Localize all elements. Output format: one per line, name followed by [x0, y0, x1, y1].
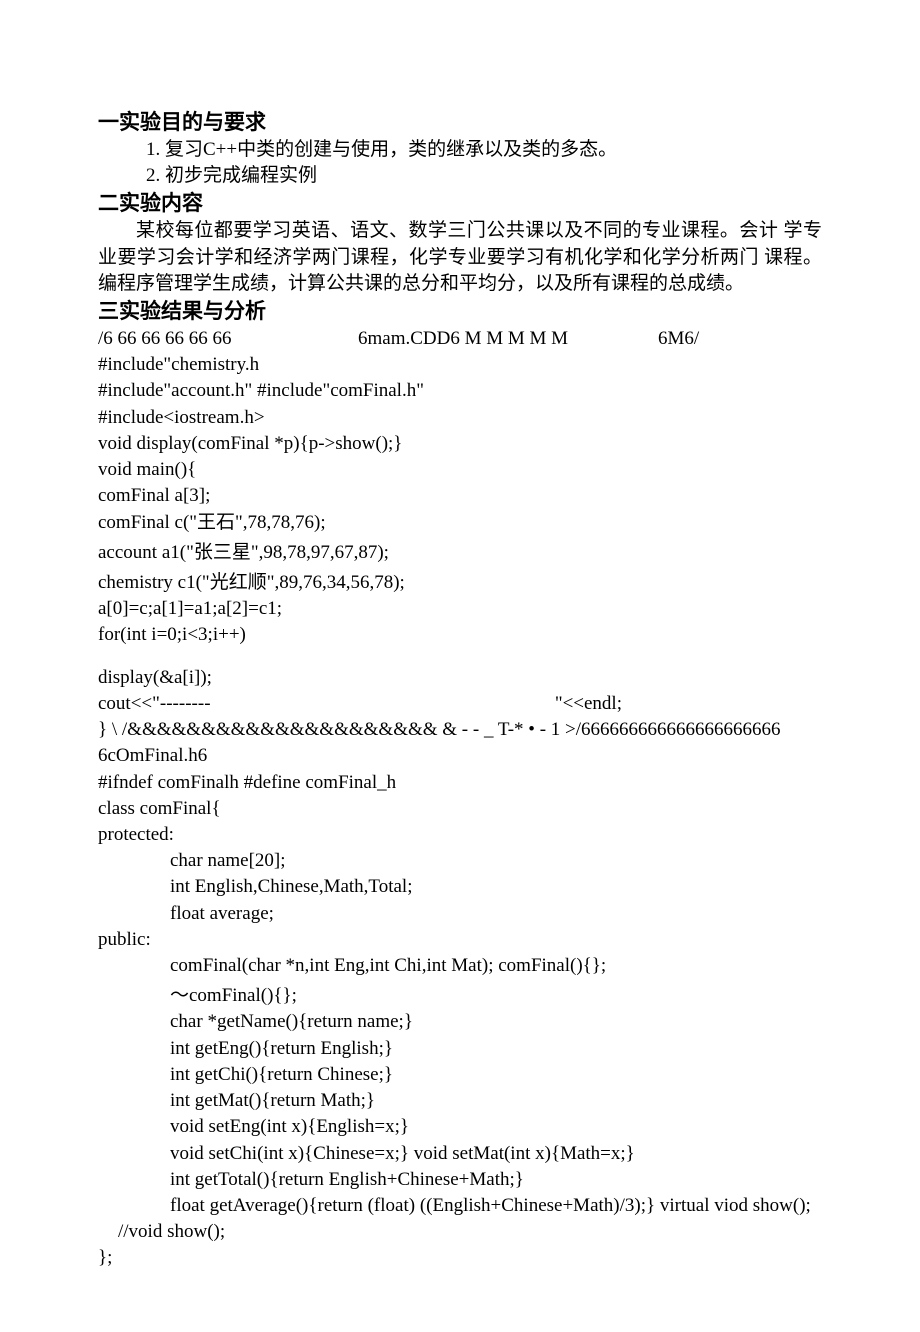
code-line: float getAverage(){return (float) ((Engl…	[98, 1193, 822, 1219]
code-fragment: cout<<"--------	[98, 691, 211, 717]
code-fragment: 6mam.CDD6 M M M M M	[358, 326, 658, 352]
code-line: int getTotal(){return English+Chinese+Ma…	[98, 1167, 822, 1193]
code-line: void setEng(int x){English=x;}	[98, 1114, 822, 1140]
code-line: comFinal c("王石",78,78,76);	[98, 510, 822, 536]
code-line: #include<iostream.h>	[98, 405, 822, 431]
code-line: comFinal a[3];	[98, 483, 822, 509]
code-line: #include"account.h" #include"comFinal.h"	[98, 378, 822, 404]
code-line: 〜comFinal(){};	[98, 983, 822, 1009]
code-line: int getMat(){return Math;}	[98, 1088, 822, 1114]
code-line: char *getName(){return name;}	[98, 1009, 822, 1035]
code-line: for(int i=0;i<3;i++)	[98, 622, 822, 648]
section2-body: 某校每位都要学习英语、语文、数学三门公共课以及不同的专业课程。会计 学专业要学习…	[98, 218, 822, 297]
code-line: int getEng(){return English;}	[98, 1036, 822, 1062]
code-line: void display(comFinal *p){p->show();}	[98, 431, 822, 457]
code-line: float average;	[98, 901, 822, 927]
code-line: char name[20];	[98, 848, 822, 874]
code-line: #ifndef comFinalh #define comFinal_h	[98, 770, 822, 796]
section3-heading: 三实验结果与分析	[98, 297, 822, 326]
code-line: int English,Chinese,Math,Total;	[98, 874, 822, 900]
code-fragment: 6M6/	[658, 326, 699, 352]
code-line: protected:	[98, 822, 822, 848]
code-line: chemistry c1("光红顺",89,76,34,56,78);	[98, 570, 822, 596]
document-page: 一实验目的与要求 1. 复习C++中类的创建与使用，类的继承以及类的多态。 2.…	[0, 0, 920, 1332]
section2-heading: 二实验内容	[98, 189, 822, 218]
code-fragment: "<<endl;	[555, 691, 622, 717]
code-line: void setChi(int x){Chinese=x;} void setM…	[98, 1141, 822, 1167]
code-line: int getChi(){return Chinese;}	[98, 1062, 822, 1088]
code-line: comFinal(char *n,int Eng,int Chi,int Mat…	[98, 953, 822, 979]
code-line: a[0]=c;a[1]=a1;a[2]=c1;	[98, 596, 822, 622]
code-line: //void show();	[98, 1219, 822, 1245]
code-line: };	[98, 1245, 822, 1271]
code-line: cout<<"-------- "<<endl;	[98, 691, 822, 717]
code-line: #include"chemistry.h	[98, 352, 822, 378]
code-line: void main(){	[98, 457, 822, 483]
code-fragment: /6 66 66 66 66 66	[98, 326, 358, 352]
section1-heading: 一实验目的与要求	[98, 108, 822, 137]
code-line: display(&a[i]);	[98, 665, 822, 691]
code-line: account a1("张三星",98,78,97,67,87);	[98, 540, 822, 566]
blank-line	[98, 649, 822, 665]
list-item-1: 1. 复习C++中类的创建与使用，类的继承以及类的多态。	[98, 137, 822, 163]
list-item-2: 2. 初步完成编程实例	[98, 163, 822, 189]
code-line: } \ /&&&&&&&&&&&&&&&&&&&&& & - - _ T-* •…	[98, 717, 822, 769]
code-line: class comFinal{	[98, 796, 822, 822]
code-line: /6 66 66 66 66 66 6mam.CDD6 M M M M M 6M…	[98, 326, 822, 352]
code-line: public:	[98, 927, 822, 953]
